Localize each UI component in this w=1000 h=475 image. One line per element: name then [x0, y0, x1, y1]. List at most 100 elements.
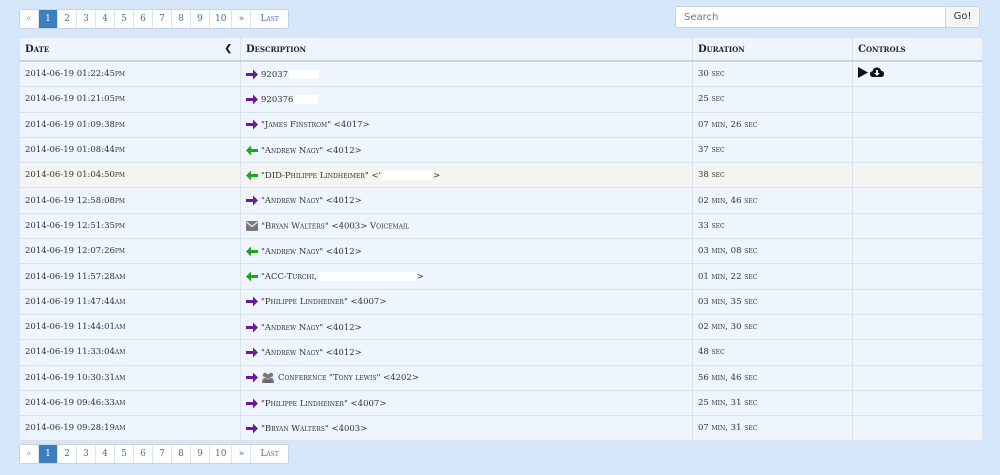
redacted-region — [317, 272, 416, 282]
pagination-page-5[interactable]: 5 — [114, 10, 133, 28]
pagination-page-4[interactable]: 4 — [95, 445, 114, 463]
pagination-page-3[interactable]: 3 — [76, 445, 95, 463]
table-row[interactable]: 2014-06-19 01:04:50pm "DID-Philippe Lindh… — [19, 162, 983, 189]
pagination-page-2[interactable]: 2 — [57, 445, 76, 463]
pagination-page-6[interactable]: 6 — [133, 445, 152, 463]
cell-date: 2014-06-19 09:28:19am — [19, 415, 241, 442]
table-row[interactable]: 2014-06-19 01:22:45pm 92037 30 sec — [19, 60, 983, 88]
arrow-left-icon — [246, 145, 261, 156]
cell-controls — [852, 111, 983, 138]
cell-description: "Bryan Walters" <4003> — [240, 415, 693, 442]
cell-duration: 48 sec — [692, 339, 853, 366]
arrow-right-icon — [246, 94, 261, 105]
table-row[interactable]: 2014-06-19 09:28:19am "Bryan Walters" <40… — [19, 415, 983, 442]
table-row[interactable]: 2014-06-19 12:07:26pm "Andrew Nagy" <4012… — [19, 238, 983, 265]
cell-description: "DID-Philippe Lindheimer" <' > — [240, 162, 693, 189]
cell-controls — [852, 212, 983, 240]
pagination-page-9[interactable]: 9 — [190, 10, 209, 28]
pagination-page-7[interactable]: 7 — [152, 445, 171, 463]
arrow-right-icon — [246, 398, 261, 409]
description-text: "Bryan Walters" <4003> — [261, 423, 368, 434]
table-row[interactable]: 2014-06-19 11:47:44am "Philippe Lindheine… — [19, 288, 983, 315]
table-row[interactable]: 2014-06-19 11:57:28am "ACC-Turchi, >01 min… — [19, 263, 983, 290]
description-text: Conference "Tony lewis" <4202> — [278, 373, 419, 384]
pagination-page-9[interactable]: 9 — [190, 445, 209, 463]
cell-duration: 02 min, 46 sec — [692, 187, 853, 214]
table-row[interactable]: 2014-06-19 01:08:44pm "Andrew Nagy" <4012… — [19, 136, 983, 164]
cell-duration: 25 min, 31 sec — [692, 389, 853, 417]
cell-duration: 01 min, 22 sec — [692, 263, 853, 290]
call-log-table: Date ❮ Description Duration Controls 2014… — [19, 37, 983, 442]
cloud-download-icon[interactable] — [870, 67, 884, 81]
cell-date: 2014-06-19 12:51:35pm — [19, 212, 241, 240]
cell-date: 2014-06-19 11:57:28am — [19, 263, 241, 290]
arrow-right-icon — [246, 423, 261, 434]
cell-controls — [852, 86, 983, 113]
table-row[interactable]: 2014-06-19 10:30:31am Conference "Tony le… — [19, 364, 983, 391]
cell-description: "Andrew Nagy" <4012> — [240, 313, 693, 341]
column-header-duration: Duration — [692, 37, 853, 62]
table-row[interactable]: 2014-06-19 11:33:04am "Andrew Nagy" <4012… — [19, 339, 983, 366]
pagination-next[interactable]: » — [231, 445, 251, 463]
cell-description: "ACC-Turchi, > — [240, 263, 693, 290]
pagination-page-7[interactable]: 7 — [152, 10, 171, 28]
cell-controls — [852, 339, 983, 366]
pagination-page-3[interactable]: 3 — [76, 10, 95, 28]
description-tail: > — [432, 170, 441, 181]
cell-date: 2014-06-19 01:22:45pm — [19, 60, 241, 88]
arrow-right-icon — [246, 119, 261, 130]
cell-date: 2014-06-19 01:21:05pm — [19, 86, 241, 113]
cell-date: 2014-06-19 10:30:31am — [19, 364, 241, 391]
cell-date: 2014-06-19 12:07:26pm — [19, 238, 241, 265]
envelope-icon — [246, 220, 261, 231]
chevron-down-icon[interactable]: ❮ — [224, 44, 232, 54]
table-header-row: Date ❮ Description Duration Controls — [19, 37, 983, 62]
cell-duration: 38 sec — [692, 162, 853, 189]
search-input[interactable] — [675, 6, 947, 28]
column-header-controls: Controls — [852, 37, 983, 62]
cell-controls — [852, 60, 983, 88]
pagination-last[interactable]: Last — [250, 10, 288, 28]
table-row[interactable]: 2014-06-19 09:46:33am "Philippe Lindheine… — [19, 389, 983, 417]
pagination-page-8[interactable]: 8 — [171, 10, 190, 28]
pagination-page-2[interactable]: 2 — [57, 10, 76, 28]
arrow-right-icon — [246, 322, 261, 333]
cell-description: "Philippe Lindheiner" <4007> — [240, 288, 693, 315]
pagination-page-5[interactable]: 5 — [114, 445, 133, 463]
description-text: "Philippe Lindheiner" <4007> — [261, 297, 387, 308]
pagination-page-4[interactable]: 4 — [95, 10, 114, 28]
column-header-date[interactable]: Date ❮ — [19, 37, 241, 62]
cell-duration: 07 min, 26 sec — [692, 111, 853, 138]
play-icon[interactable] — [858, 67, 868, 81]
search-go-button[interactable]: Go! — [946, 6, 980, 28]
cell-controls — [852, 389, 983, 417]
pagination-last[interactable]: Last — [250, 445, 288, 463]
pagination-top: « 1 2 3 4 5 6 7 8 9 10 » Last — [19, 9, 289, 29]
table-row[interactable]: 2014-06-19 01:09:38pm "James Finstrom" <4… — [19, 111, 983, 138]
table-row[interactable]: 2014-06-19 12:58:08pm "Andrew Nagy" <4012… — [19, 187, 983, 214]
description-text: "Andrew Nagy" <4012> — [261, 322, 362, 333]
cell-date: 2014-06-19 12:58:08pm — [19, 187, 241, 214]
description-text: "Andrew Nagy" <4012> — [261, 145, 362, 156]
cell-description: "James Finstrom" <4017> — [240, 111, 693, 138]
pagination-bottom: « 1 2 3 4 5 6 7 8 9 10 » Last — [19, 444, 289, 464]
pagination-page-6[interactable]: 6 — [133, 10, 152, 28]
description-text: "Andrew Nagy" <4012> — [261, 196, 362, 207]
pagination-page-1[interactable]: 1 — [38, 445, 57, 463]
table-row[interactable]: 2014-06-19 12:51:35pm "Bryan Walters" <40… — [19, 212, 983, 240]
table-row[interactable]: 2014-06-19 01:21:05pm 920376 25 sec — [19, 86, 983, 113]
cell-controls — [852, 313, 983, 341]
pagination-page-8[interactable]: 8 — [171, 445, 190, 463]
description-text: "James Finstrom" <4017> — [261, 120, 370, 131]
pagination-next[interactable]: » — [231, 10, 251, 28]
cell-controls — [852, 187, 983, 214]
pagination-prev[interactable]: « — [20, 445, 38, 463]
pagination-page-1[interactable]: 1 — [38, 10, 57, 28]
cell-description: "Bryan Walters" <4003> Voicemail — [240, 212, 693, 240]
pagination-page-10[interactable]: 10 — [209, 10, 232, 28]
pagination-page-10[interactable]: 10 — [209, 445, 232, 463]
pagination-prev[interactable]: « — [20, 10, 38, 28]
description-text: "ACC-Turchi, — [261, 272, 317, 283]
cell-duration: 07 min, 31 sec — [692, 415, 853, 442]
table-row[interactable]: 2014-06-19 11:44:01am "Andrew Nagy" <4012… — [19, 313, 983, 341]
